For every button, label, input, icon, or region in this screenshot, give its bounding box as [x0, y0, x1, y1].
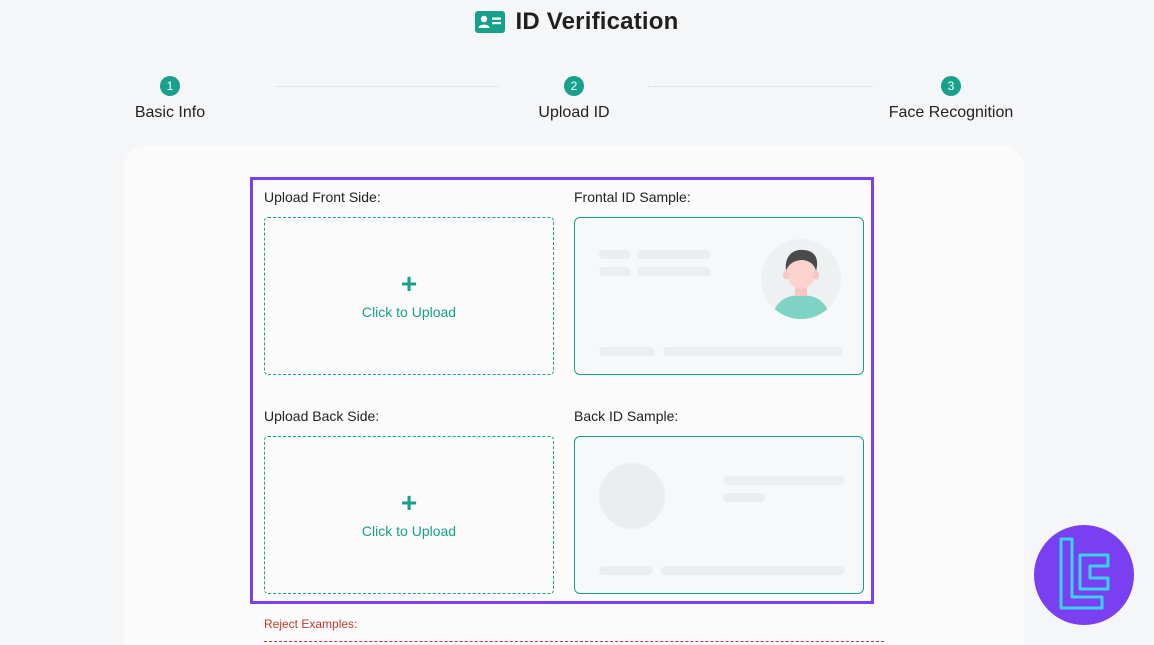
plus-icon: +	[400, 487, 418, 518]
brand-logo	[1034, 525, 1134, 625]
placeholder-line	[599, 250, 631, 259]
placeholder-line	[599, 566, 653, 575]
page-header: ID Verification	[0, 8, 1154, 36]
step-connector	[648, 86, 874, 87]
placeholder-line	[663, 347, 843, 356]
placeholder-line	[599, 347, 655, 356]
frontal-sample-label: Frontal ID Sample:	[574, 189, 691, 205]
frontal-id-sample	[574, 217, 864, 375]
placeholder-line	[723, 476, 845, 485]
step-label: Basic Info	[134, 104, 206, 121]
placeholder-line	[599, 267, 631, 276]
step-upload-id: 2 Upload ID	[524, 76, 624, 122]
placeholder-line	[637, 267, 711, 276]
upload-back-button[interactable]: + Click to Upload	[264, 436, 554, 594]
upload-back-label: Upload Back Side:	[264, 408, 380, 424]
avatar-icon	[761, 239, 841, 319]
back-id-sample	[574, 436, 864, 594]
upload-button-text: Click to Upload	[361, 523, 457, 539]
page-title: ID Verification	[515, 8, 679, 35]
brand-logo-icon	[1059, 537, 1110, 610]
upload-front-label: Upload Front Side:	[264, 189, 381, 205]
placeholder-line	[637, 250, 711, 259]
step-number: 2	[564, 76, 584, 96]
placeholder-circle	[599, 463, 665, 529]
reject-examples-box	[264, 641, 884, 642]
upload-front-button[interactable]: + Click to Upload	[264, 217, 554, 375]
plus-icon: +	[400, 268, 418, 299]
reject-examples-label: Reject Examples:	[264, 617, 358, 631]
stepper: 1 Basic Info 2 Upload ID 3 Face Recognit…	[0, 76, 1154, 136]
step-number: 3	[941, 76, 961, 96]
back-sample-label: Back ID Sample:	[574, 408, 679, 424]
step-basic-info: 1 Basic Info	[120, 76, 220, 122]
upload-button-text: Click to Upload	[361, 304, 457, 320]
step-face-recognition: 3 Face Recognition	[870, 76, 1032, 122]
step-connector	[276, 86, 500, 87]
id-card-icon	[475, 11, 506, 33]
step-label: Face Recognition	[888, 104, 1014, 121]
placeholder-line	[723, 493, 765, 502]
step-label: Upload ID	[538, 104, 610, 121]
placeholder-line	[661, 566, 845, 575]
step-number: 1	[160, 76, 180, 96]
